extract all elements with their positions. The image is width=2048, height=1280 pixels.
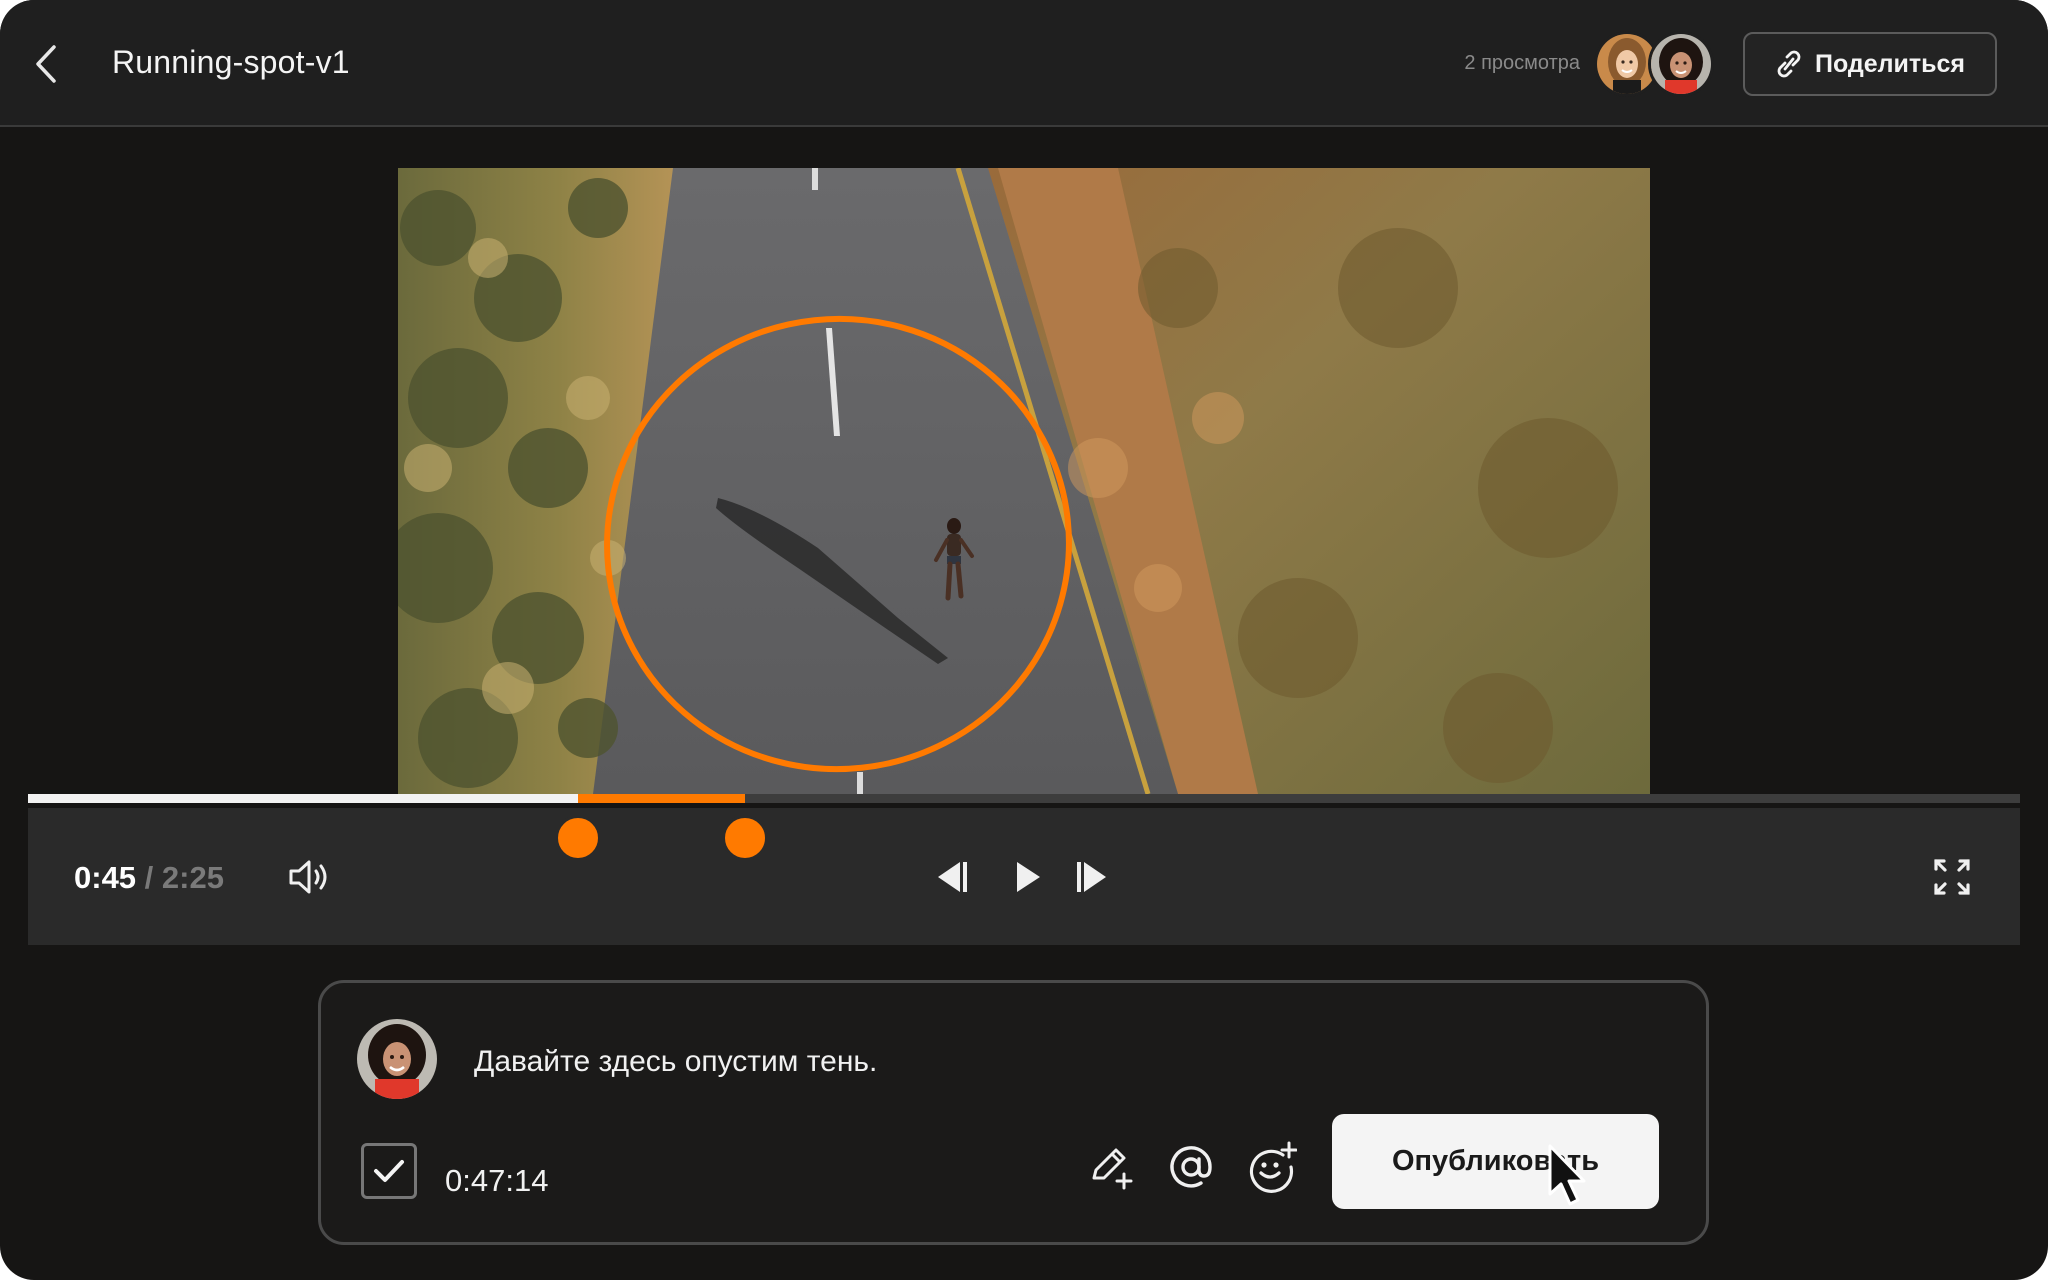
comment-text[interactable]: Давайте здесь опустим тень. [474, 1045, 877, 1079]
skip-forward-icon [1077, 862, 1106, 892]
skip-forward-button[interactable] [1070, 852, 1114, 902]
time-separator: / [136, 860, 162, 895]
fullscreen-button[interactable] [1928, 852, 1976, 902]
app-window: Running-spot-v1 2 просмотра Поделиться 0… [0, 0, 2048, 1280]
back-button[interactable] [24, 36, 68, 92]
mouse-cursor-icon [1548, 1144, 1586, 1206]
duration: 2:25 [161, 860, 224, 895]
avatar-viewer-2[interactable] [1648, 31, 1714, 97]
range-start-handle[interactable] [554, 815, 601, 861]
share-button[interactable]: Поделиться [1743, 32, 1997, 96]
volume-icon [289, 860, 327, 894]
draw-button[interactable] [1081, 1137, 1141, 1197]
time-display: 0:45 / 2:25 [74, 860, 224, 896]
mention-button[interactable] [1161, 1137, 1221, 1197]
play-icon [1017, 862, 1040, 892]
at-sign-icon [1170, 1146, 1212, 1188]
viewer-avatars[interactable] [1594, 31, 1714, 97]
share-button-label: Поделиться [1814, 49, 1966, 78]
emoji-button[interactable] [1241, 1137, 1301, 1197]
comment-timestamp: 0:47:14 [445, 1163, 549, 1198]
page-title: Running-spot-v1 [112, 44, 350, 80]
skip-back-button[interactable] [930, 852, 974, 902]
timeline-played [28, 794, 578, 803]
fullscreen-icon [1934, 859, 1970, 895]
play-button[interactable] [1006, 852, 1050, 902]
current-time: 0:45 [74, 860, 137, 895]
timeline-progress-bar[interactable] [28, 794, 2020, 803]
volume-button[interactable] [284, 852, 336, 902]
checkmark-icon [374, 1160, 404, 1182]
publish-button[interactable]: Опубликовать [1332, 1114, 1659, 1209]
video-frame[interactable] [398, 168, 1650, 794]
emoji-add-icon [1249, 1141, 1297, 1193]
video-still-image [398, 168, 1650, 794]
chevron-left-icon [36, 45, 56, 83]
range-end-handle[interactable] [722, 815, 769, 861]
player-controls: 0:45 / 2:25 [28, 808, 2020, 945]
timestamp-checkbox[interactable] [361, 1143, 417, 1199]
top-bar: Running-spot-v1 2 просмотра Поделиться [0, 0, 2048, 127]
pencil-plus-icon [1092, 1148, 1133, 1190]
comment-composer: Давайте здесь опустим тень. 0:47:14 Опуб… [318, 980, 1709, 1245]
skip-back-icon [938, 862, 967, 892]
avatar [357, 1019, 437, 1099]
views-count: 2 просмотра [1464, 52, 1580, 74]
link-icon [1777, 50, 1801, 78]
timeline-comment-range [577, 794, 746, 803]
